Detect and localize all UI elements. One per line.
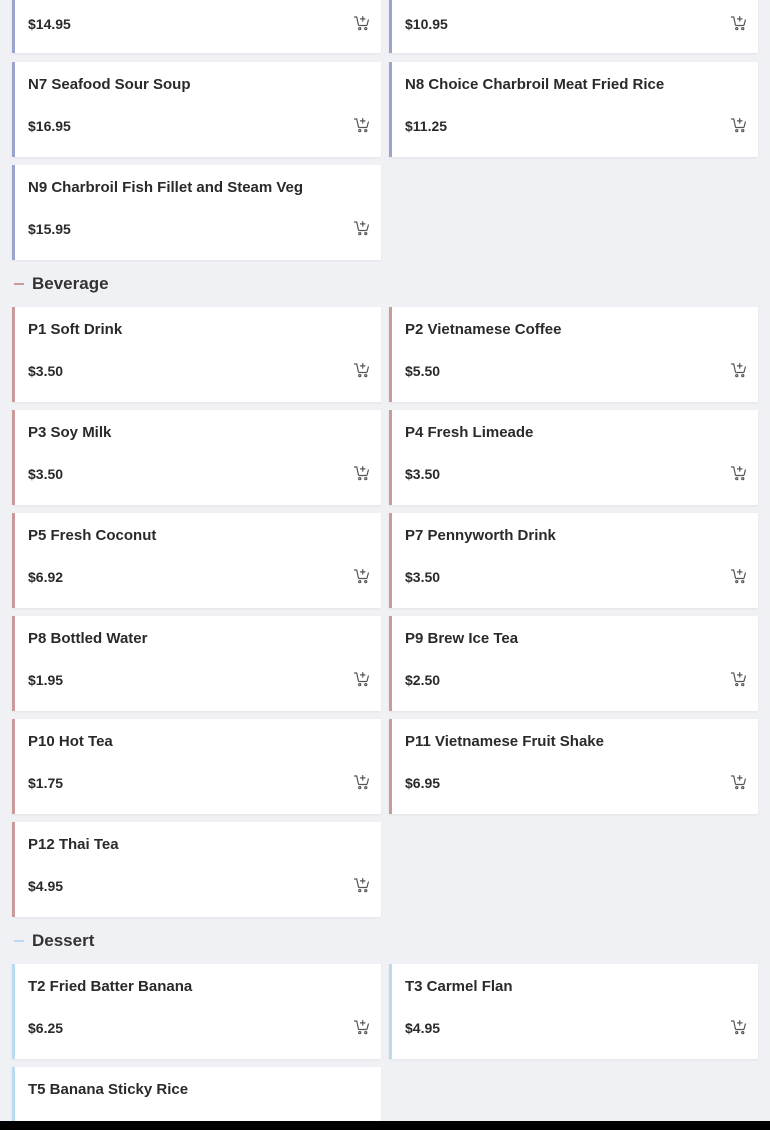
cart-plus-icon[interactable] (730, 116, 748, 134)
item-name: P3 Soy Milk (28, 424, 112, 441)
minus-icon[interactable] (14, 939, 24, 942)
section-header-beverage[interactable]: Beverage (0, 260, 770, 307)
menu-page: $14.95 $10.95 N7 Seafood Sour Soup $16.9… (0, 0, 770, 1130)
item-name: P11 Vietnamese Fruit Shake (405, 733, 604, 750)
menu-item-card[interactable]: P2 Vietnamese Coffee $5.50 (389, 307, 758, 402)
cart-plus-icon[interactable] (730, 464, 748, 482)
item-name: T5 Banana Sticky Rice (28, 1081, 189, 1098)
menu-item-card[interactable]: P1 Soft Drink $3.50 (12, 307, 381, 402)
cart-plus-icon[interactable] (353, 361, 371, 379)
section-title: Dessert (32, 930, 95, 950)
item-name: T2 Fried Batter Banana (28, 978, 193, 995)
menu-item-card[interactable]: N8 Choice Charbroil Meat Fried Rice $11.… (389, 62, 758, 157)
item-name: T3 Carmel Flan (405, 978, 513, 995)
item-price: $11.25 (405, 118, 448, 134)
item-price: $1.75 (28, 775, 64, 791)
item-price: $3.50 (405, 569, 441, 585)
menu-item-card[interactable]: P3 Soy Milk $3.50 (12, 410, 381, 505)
menu-item-card[interactable]: N9 Charbroil Fish Fillet and Steam Veg $… (12, 165, 381, 260)
cart-plus-icon[interactable] (730, 567, 748, 585)
cart-plus-icon[interactable] (730, 670, 748, 688)
cart-plus-icon[interactable] (353, 773, 371, 791)
item-price: $16.95 (28, 118, 71, 134)
menu-item-card[interactable]: P7 Pennyworth Drink $3.50 (389, 513, 758, 608)
item-price: $1.95 (28, 672, 64, 688)
item-name: P10 Hot Tea (28, 733, 113, 750)
item-price: $3.50 (405, 466, 441, 482)
item-name: N9 Charbroil Fish Fillet and Steam Veg (28, 179, 304, 196)
cart-plus-icon[interactable] (730, 773, 748, 791)
item-name: P2 Vietnamese Coffee (405, 321, 562, 338)
section-title: Beverage (32, 273, 109, 293)
noodle-grid-top: $14.95 $10.95 (0, 0, 770, 53)
menu-item-card[interactable]: P8 Bottled Water $1.95 (12, 616, 381, 711)
item-price: $3.50 (28, 363, 64, 379)
cart-plus-icon[interactable] (353, 116, 371, 134)
item-price: $10.95 (405, 16, 448, 32)
section-header-dessert[interactable]: Dessert (0, 917, 770, 964)
cart-plus-icon[interactable] (730, 1018, 748, 1036)
cart-plus-icon[interactable] (353, 1018, 371, 1036)
menu-item-card[interactable]: T2 Fried Batter Banana $6.25 (12, 964, 381, 1059)
noodle-grid: N7 Seafood Sour Soup $16.95 N8 Choice Ch… (0, 62, 770, 260)
item-price: $3.50 (28, 466, 64, 482)
item-price: $4.95 (405, 1020, 441, 1036)
item-price: $15.95 (28, 221, 71, 237)
menu-item-card[interactable]: T3 Carmel Flan $4.95 (389, 964, 758, 1059)
item-price: $6.92 (28, 569, 64, 585)
menu-item-card[interactable]: $14.95 (12, 0, 381, 53)
item-price: $2.50 (405, 672, 441, 688)
item-name: P5 Fresh Coconut (28, 527, 157, 544)
cart-plus-icon[interactable] (353, 464, 371, 482)
item-price: $4.95 (28, 878, 64, 894)
menu-item-card[interactable]: P10 Hot Tea $1.75 (12, 719, 381, 814)
cart-plus-icon[interactable] (730, 14, 748, 32)
menu-item-card[interactable]: $10.95 (389, 0, 758, 53)
item-name: P1 Soft Drink (28, 321, 123, 338)
item-name: P9 Brew Ice Tea (405, 630, 519, 647)
cart-plus-icon[interactable] (353, 14, 371, 32)
cart-plus-icon[interactable] (353, 219, 371, 237)
item-price: $5.50 (405, 363, 441, 379)
bottom-bar (0, 1121, 770, 1130)
item-name: N7 Seafood Sour Soup (28, 76, 191, 93)
dessert-grid: T2 Fried Batter Banana $6.25 T3 Carmel F… (0, 964, 770, 1130)
menu-item-card[interactable]: P9 Brew Ice Tea $2.50 (389, 616, 758, 711)
beverage-grid: P1 Soft Drink $3.50 P2 Vietnamese Coffee… (0, 307, 770, 917)
item-price: $14.95 (28, 16, 71, 32)
cart-plus-icon[interactable] (353, 670, 371, 688)
menu-item-card[interactable]: N7 Seafood Sour Soup $16.95 (12, 62, 381, 157)
item-price: $6.25 (28, 1020, 64, 1036)
item-name: N8 Choice Charbroil Meat Fried Rice (405, 76, 665, 93)
item-name: P7 Pennyworth Drink (405, 527, 556, 544)
cart-plus-icon[interactable] (730, 361, 748, 379)
menu-item-card[interactable]: P4 Fresh Limeade $3.50 (389, 410, 758, 505)
cart-plus-icon[interactable] (353, 567, 371, 585)
item-name: P12 Thai Tea (28, 836, 119, 853)
menu-item-card[interactable]: P5 Fresh Coconut $6.92 (12, 513, 381, 608)
item-price: $6.95 (405, 775, 441, 791)
minus-icon[interactable] (14, 282, 24, 285)
item-name: P8 Bottled Water (28, 630, 148, 647)
cart-plus-icon[interactable] (353, 876, 371, 894)
menu-item-card[interactable]: P11 Vietnamese Fruit Shake $6.95 (389, 719, 758, 814)
menu-item-card[interactable]: P12 Thai Tea $4.95 (12, 822, 381, 917)
item-name: P4 Fresh Limeade (405, 424, 534, 441)
